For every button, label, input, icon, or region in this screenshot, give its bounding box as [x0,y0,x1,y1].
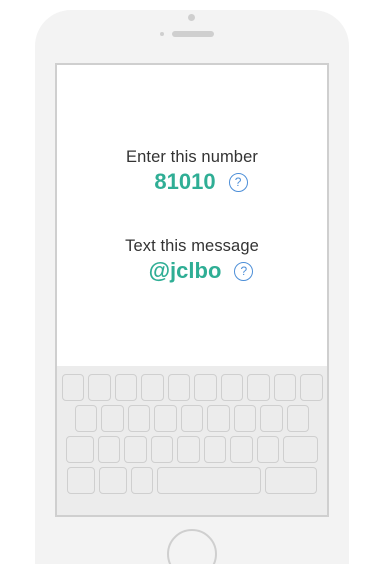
key [230,436,253,463]
key [130,467,154,494]
home-button [167,529,217,564]
key [203,436,227,463]
key [114,374,137,401]
phone-illustration: Enter this number 81010 ? Text this mess… [35,10,349,564]
question-circle-icon[interactable]: ? [234,261,254,281]
key [194,374,217,401]
key [88,374,111,401]
key [180,405,204,432]
message-label: Text this message [125,237,259,255]
key [256,436,280,463]
key [124,436,147,463]
return-key [265,467,318,494]
message-section: Text this message @jclbo ? [57,237,327,284]
key [233,405,257,432]
space-key [157,467,262,494]
phone-screen: Enter this number 81010 ? Text this mess… [55,63,329,517]
number-label: Enter this number [126,148,258,166]
key [150,436,174,463]
key [167,374,190,401]
keyboard-row [57,374,327,401]
speaker-grille [172,31,214,37]
key [97,436,121,463]
key [273,374,296,401]
key [247,374,270,401]
keyboard-illustration [57,366,327,515]
key [141,374,164,401]
key [74,405,98,432]
key [98,467,127,494]
message-value: @jclbo [148,258,222,283]
key [300,374,323,401]
key [66,467,95,494]
keyboard-row [57,436,327,463]
number-section: Enter this number 81010 ? [57,148,327,195]
keyboard-row [57,467,327,494]
short-code-value: 81010 [154,169,216,194]
message-row: @jclbo ? [57,258,327,284]
keyboard-row [57,405,327,432]
number-row: 81010 ? [57,169,327,195]
key [127,405,151,432]
key [286,405,310,432]
question-circle-icon[interactable]: ? [228,172,248,192]
page: Enter this number 81010 ? Text this mess… [0,0,365,564]
key [207,405,230,432]
key [260,405,283,432]
key [220,374,243,401]
key [154,405,177,432]
key [65,436,94,463]
sensor-dot [160,32,164,36]
key [177,436,200,463]
key [101,405,124,432]
key [283,436,319,463]
camera-dot [188,14,195,21]
key [61,374,84,401]
